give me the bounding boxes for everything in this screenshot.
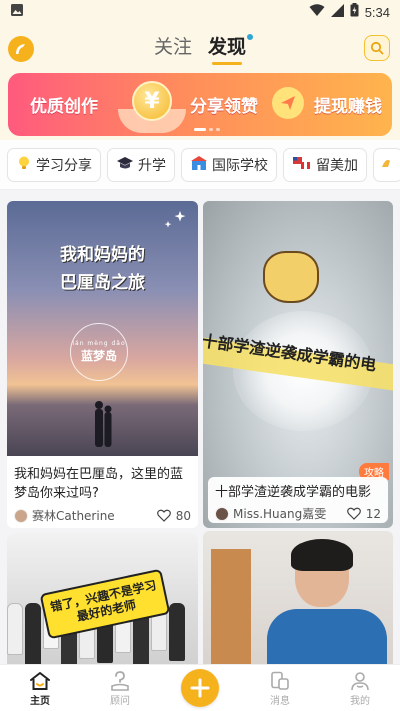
gallery-icon xyxy=(10,3,24,21)
coin-symbol: ¥ xyxy=(144,88,160,114)
wifi-icon xyxy=(309,3,325,21)
author-name: Miss.Huang嘉雯 xyxy=(233,507,327,521)
status-bar: 5:34 xyxy=(0,0,400,24)
category-label: 留美加 xyxy=(316,157,358,174)
banner-text-withdraw: 提现赚钱 xyxy=(314,97,382,117)
cartoon-bear-sticker xyxy=(263,251,319,303)
tab-follow-label: 关注 xyxy=(153,35,192,58)
banner-text-create: 优质创作 xyxy=(30,97,98,117)
flag-icon xyxy=(292,155,312,174)
profile-icon xyxy=(349,670,371,692)
silhouette-figures xyxy=(95,401,112,447)
post-card[interactable]: 我和妈妈的 巴厘岛之旅 lán mèng dǎo 蓝梦岛 我和妈妈在巴厘岛，这里… xyxy=(7,201,198,528)
post-card[interactable]: 十部学渣逆袭成学霸的电 攻略 十部学渣逆袭成学霸的电影 Miss.Huang嘉雯… xyxy=(203,201,393,528)
post-footer: 赛林Catherine 80 xyxy=(14,507,191,524)
cover-title-line: 我和妈妈的 xyxy=(60,245,145,265)
paper-plane-icon xyxy=(272,87,304,119)
nav-profile[interactable]: 我的 xyxy=(320,665,400,707)
nav-create[interactable] xyxy=(160,665,240,707)
like-button[interactable]: 12 xyxy=(346,506,381,521)
category-more[interactable] xyxy=(373,147,400,182)
lightbulb-icon xyxy=(16,155,32,174)
author[interactable]: 赛林Catherine xyxy=(14,507,115,524)
bottom-navigation: 主页 顾问 消息 我的 xyxy=(0,664,400,711)
like-button[interactable]: 80 xyxy=(156,508,191,523)
category-bar: 学习分享 升学 国际学校 留美加 xyxy=(0,140,400,190)
notification-dot xyxy=(247,33,254,40)
post-cover-image: 我和妈妈的 巴厘岛之旅 lán mèng dǎo 蓝梦岛 xyxy=(7,201,198,456)
category-further-study[interactable]: 升学 xyxy=(107,147,175,182)
post-card[interactable]: 错了，兴趣不是学习 最好的老师 xyxy=(7,533,198,664)
heart-icon xyxy=(346,507,361,520)
school-building-icon xyxy=(190,155,208,174)
advisor-icon xyxy=(109,670,131,692)
category-label: 升学 xyxy=(138,157,166,174)
heart-icon xyxy=(156,509,171,522)
post-title: 我和妈妈在巴厘岛，这里的蓝梦岛你来过吗? xyxy=(14,467,184,501)
post-footer: Miss.Huang嘉雯 12 xyxy=(215,505,381,522)
category-label: 国际学校 xyxy=(212,157,268,174)
search-icon xyxy=(370,41,384,55)
tab-discover-label: 发现 xyxy=(208,35,247,58)
category-label: 学习分享 xyxy=(36,157,92,174)
promo-banner[interactable]: 优质创作 ¥ 分享领赞 提现赚钱 xyxy=(8,73,392,136)
top-header: 关注 发现 xyxy=(0,24,400,70)
nav-label: 消息 xyxy=(270,696,290,707)
nav-label: 我的 xyxy=(350,696,370,707)
category-international-school[interactable]: 国际学校 xyxy=(181,147,277,182)
cover-pinyin: lán mèng dǎo xyxy=(72,340,126,347)
banner-dot-active xyxy=(194,128,206,131)
discover-feed[interactable]: 我和妈妈的 巴厘岛之旅 lán mèng dǎo 蓝梦岛 我和妈妈在巴厘岛，这里… xyxy=(0,190,400,664)
cover-title-line: 巴厘岛之旅 xyxy=(60,273,145,293)
coin-icon: ¥ xyxy=(132,81,172,121)
door-background xyxy=(211,549,251,664)
banner-dot xyxy=(209,128,213,131)
category-study-share[interactable]: 学习分享 xyxy=(7,147,101,182)
boy-shirt xyxy=(267,609,387,664)
nav-label: 主页 xyxy=(30,696,50,707)
more-icon xyxy=(380,155,392,174)
plus-icon xyxy=(181,669,219,707)
cover-title: 我和妈妈的 巴厘岛之旅 xyxy=(7,241,198,297)
tab-follow[interactable]: 关注 xyxy=(154,32,192,63)
message-icon xyxy=(269,670,291,692)
post-card[interactable] xyxy=(203,531,393,664)
post-title: 十部学渣逆袭成学霸的电影 xyxy=(215,485,372,500)
avatar xyxy=(14,508,28,523)
home-icon xyxy=(29,670,51,692)
battery-icon xyxy=(350,3,359,21)
graduation-cap-icon xyxy=(116,155,134,174)
feed-tabs: 关注 发现 xyxy=(154,32,254,65)
boy-hair xyxy=(291,539,353,571)
banner-text-share: 分享领赞 xyxy=(190,97,258,117)
banner-dot xyxy=(216,128,220,131)
nav-messages[interactable]: 消息 xyxy=(240,665,320,707)
avatar xyxy=(215,506,229,521)
like-count: 80 xyxy=(175,508,191,523)
nav-home[interactable]: 主页 xyxy=(0,665,80,707)
signal-icon xyxy=(330,3,344,21)
author[interactable]: Miss.Huang嘉雯 xyxy=(215,505,326,522)
cover-place-badge: lán mèng dǎo 蓝梦岛 xyxy=(70,323,128,381)
post-cover-image xyxy=(203,531,393,664)
search-button[interactable] xyxy=(364,35,390,61)
like-count: 12 xyxy=(365,506,381,521)
stars-icon xyxy=(164,211,186,228)
author-name: 赛林Catherine xyxy=(32,509,115,523)
app-logo-button[interactable] xyxy=(8,36,34,62)
tab-discover[interactable]: 发现 xyxy=(208,32,254,65)
status-time: 5:34 xyxy=(364,4,390,20)
cover-place: 蓝梦岛 xyxy=(80,349,117,363)
app-logo-icon xyxy=(16,44,25,54)
post-cover-image: 错了，兴趣不是学习 最好的老师 xyxy=(7,533,198,664)
category-study-us-canada[interactable]: 留美加 xyxy=(283,147,367,182)
nav-advisor[interactable]: 顾问 xyxy=(80,665,160,707)
banner-pagination xyxy=(194,128,220,131)
nav-label: 顾问 xyxy=(110,696,130,707)
